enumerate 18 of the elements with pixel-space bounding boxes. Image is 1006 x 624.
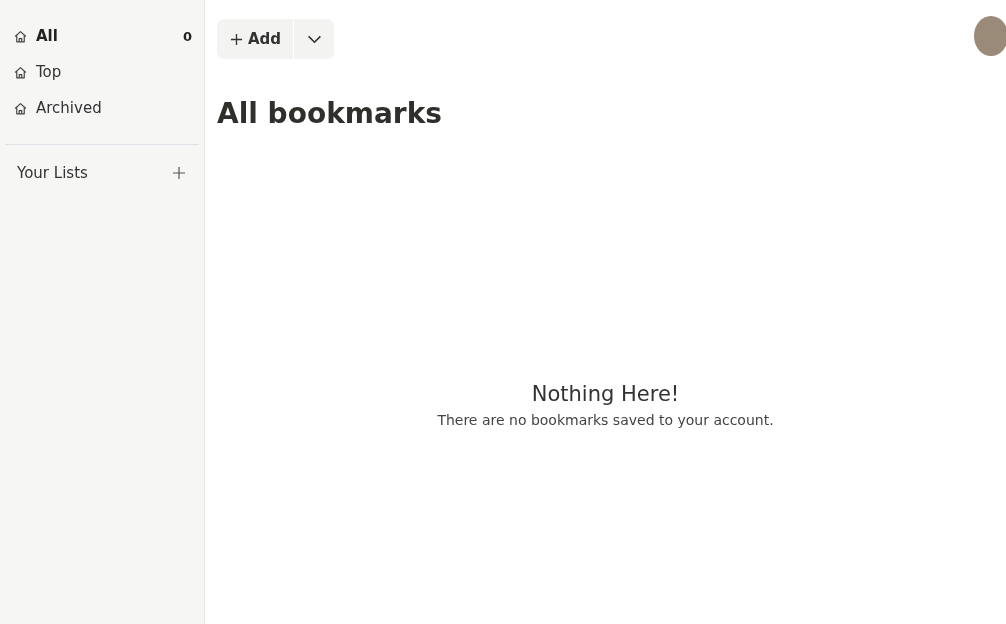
empty-title: Nothing Here! xyxy=(531,382,680,406)
lists-heading: Your Lists xyxy=(17,164,88,182)
dropdown-button[interactable] xyxy=(294,19,335,59)
empty-message: There are no bookmarks saved to your account. xyxy=(437,412,774,428)
avatar[interactable] xyxy=(974,16,1006,56)
house-icon xyxy=(13,28,28,44)
chevron-down-icon xyxy=(306,34,322,44)
plus-icon xyxy=(230,32,243,46)
add-button[interactable]: Add xyxy=(217,19,295,59)
page-title: All bookmarks xyxy=(217,97,443,130)
sidebar-item[interactable]: Top xyxy=(8,54,199,90)
add-list-button[interactable] xyxy=(171,165,187,181)
sidebar-item[interactable]: All 0 xyxy=(8,18,199,54)
house-icon xyxy=(13,100,28,116)
item-count: 0 xyxy=(182,28,192,44)
sidebar-item[interactable]: Archived xyxy=(8,90,199,126)
plus-icon xyxy=(171,165,187,181)
house-icon xyxy=(13,64,28,80)
